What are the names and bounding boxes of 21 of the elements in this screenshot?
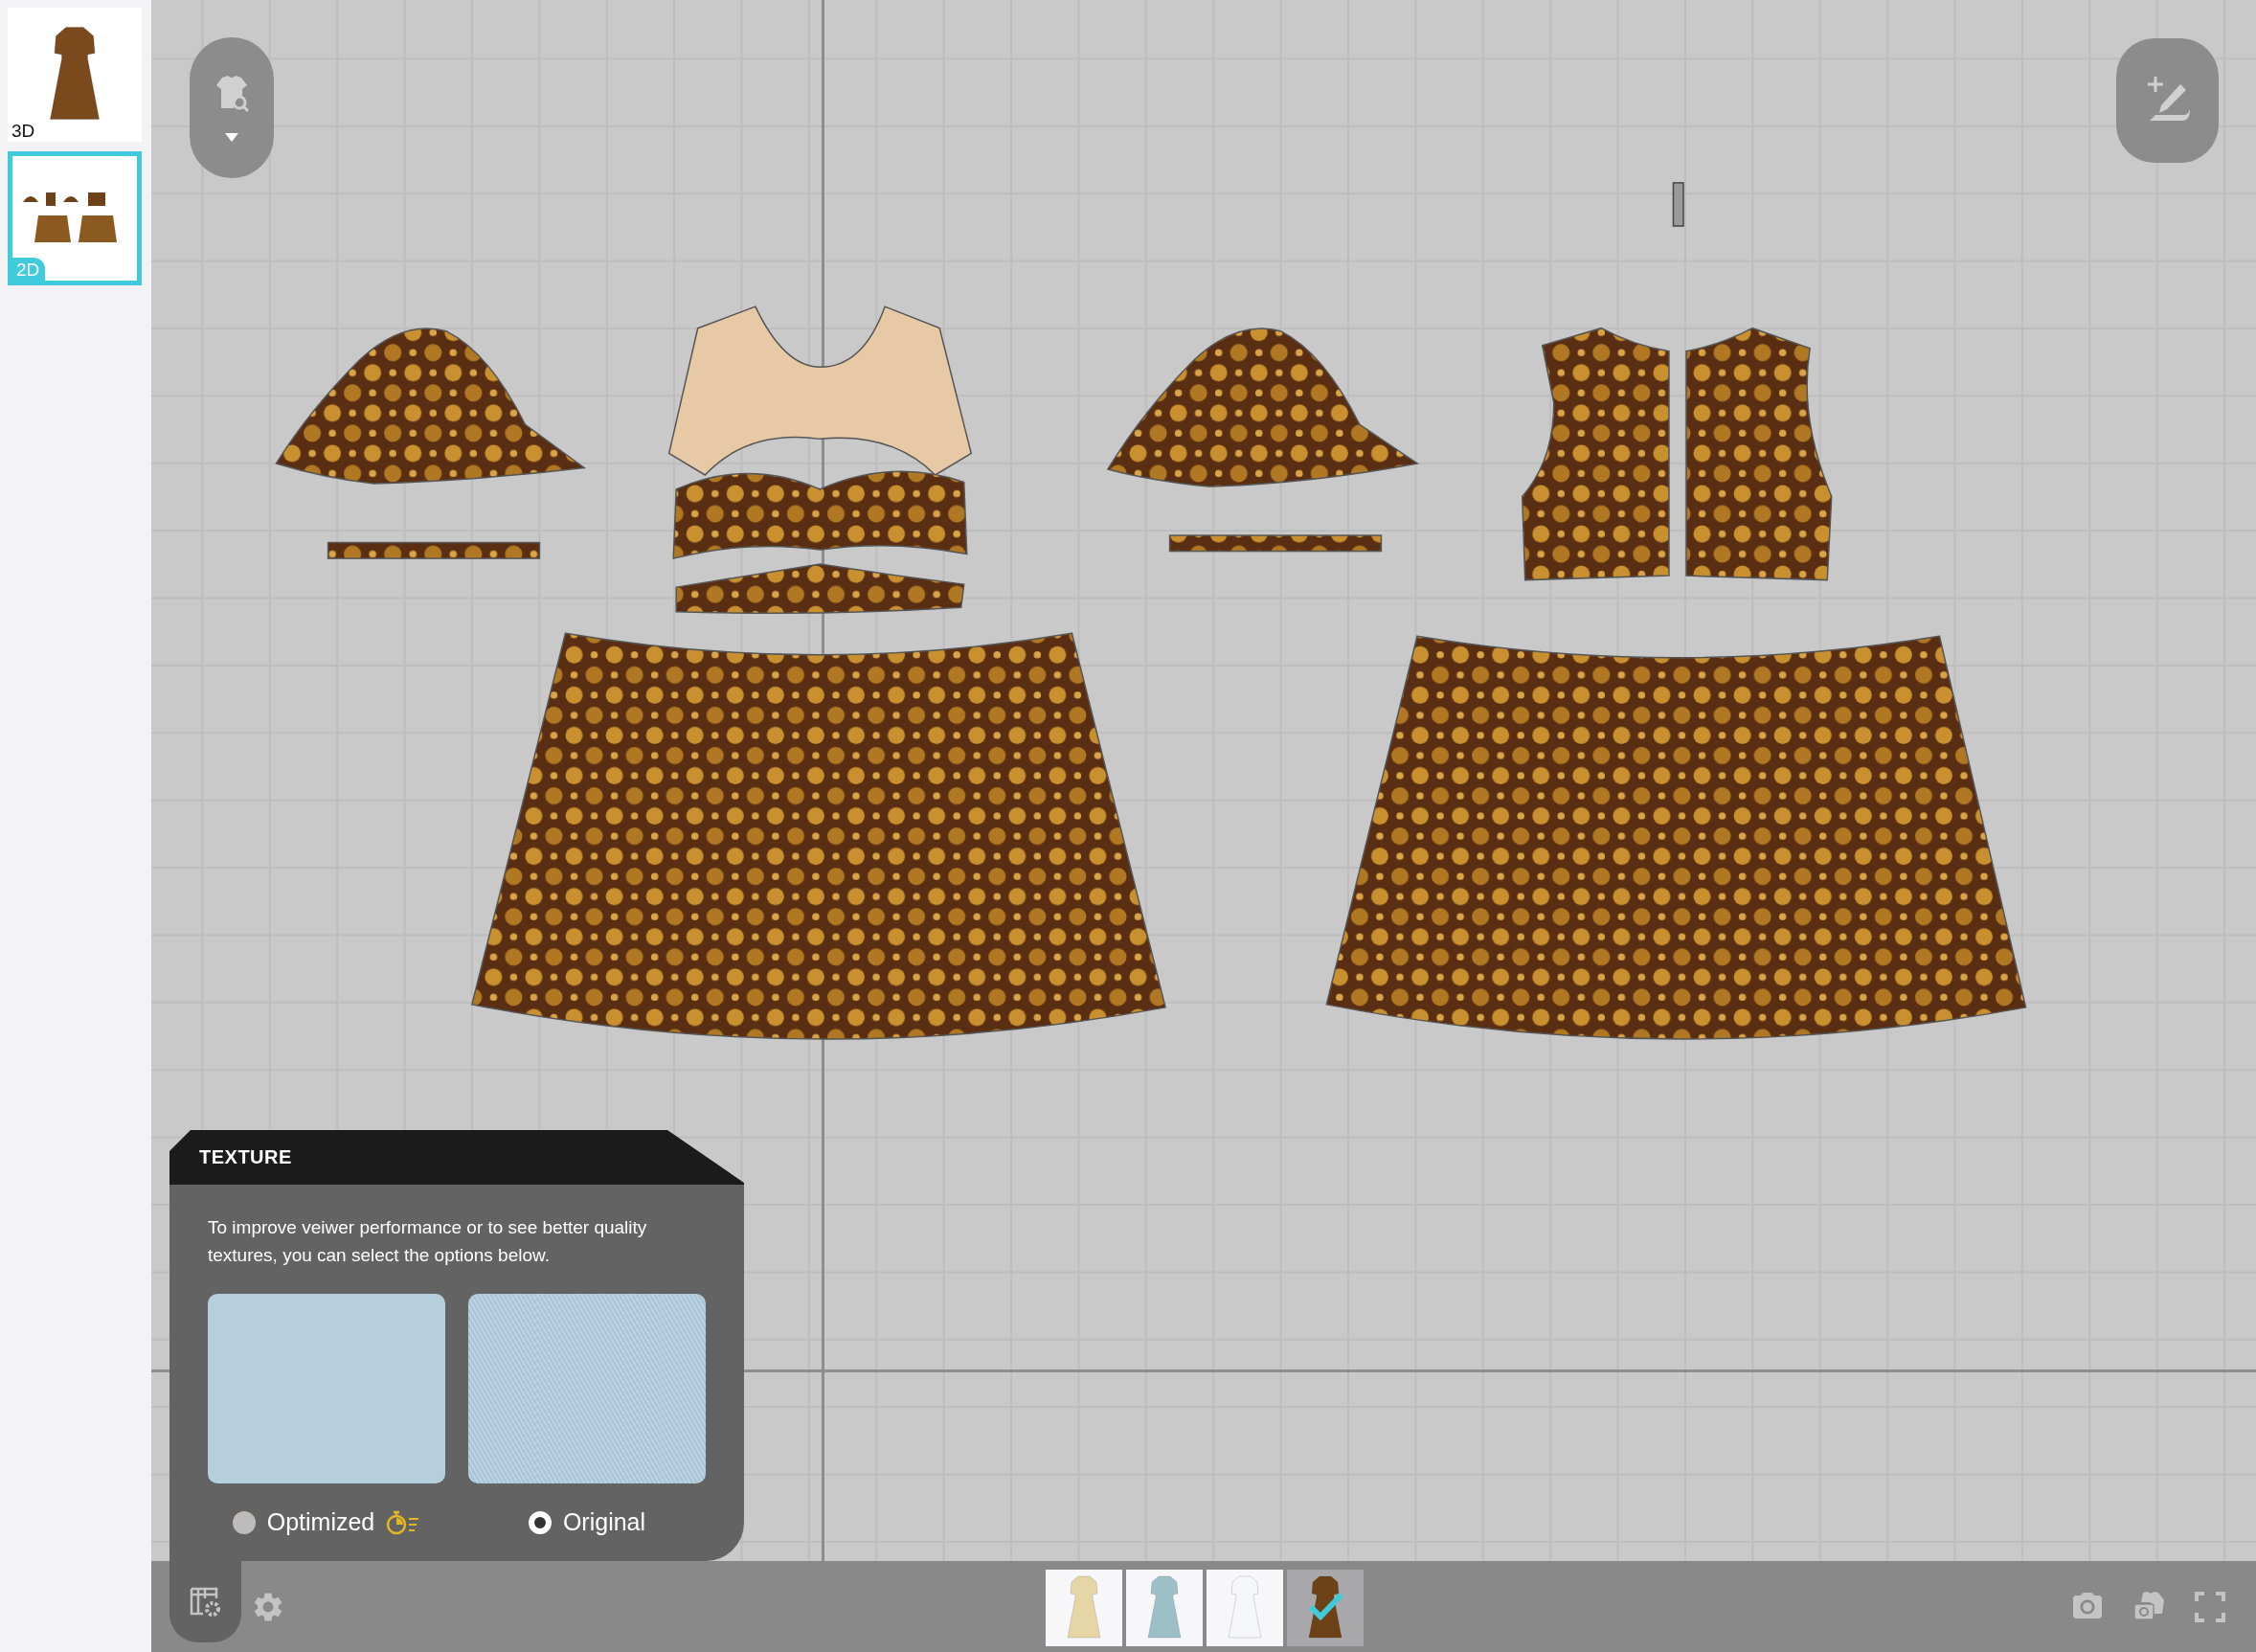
colorway-thumbnail[interactable] [1287, 1570, 1364, 1646]
fullscreen-icon [2195, 1591, 2225, 1622]
panel-title: TEXTURE [199, 1146, 292, 1168]
view-thumbnail[interactable]: 3D [8, 8, 142, 142]
stopwatch-icon [386, 1508, 421, 1536]
caret-icon [225, 133, 238, 142]
radio-button[interactable] [232, 1510, 256, 1534]
radio-button[interactable] [528, 1510, 552, 1534]
view-label: 2D [12, 258, 46, 281]
colorway-thumbnail[interactable] [1207, 1570, 1283, 1646]
view-label: 3D [11, 120, 36, 142]
add-annotation-button[interactable] [2116, 38, 2219, 163]
colorway-thumbnail[interactable] [1126, 1570, 1203, 1646]
panel-description: To improve veiwer performance or to see better quality textures, you can select the options below. [208, 1216, 648, 1267]
texture-option[interactable]: Original [528, 1508, 646, 1536]
layout-settings-button[interactable] [169, 1561, 241, 1642]
colorway-thumbnail[interactable] [1046, 1570, 1122, 1646]
texture-option[interactable]: Optimized [232, 1508, 421, 1536]
check-icon [1308, 1591, 1344, 1621]
grid-gear-icon [189, 1586, 222, 1618]
loop-piece [1672, 182, 1684, 227]
